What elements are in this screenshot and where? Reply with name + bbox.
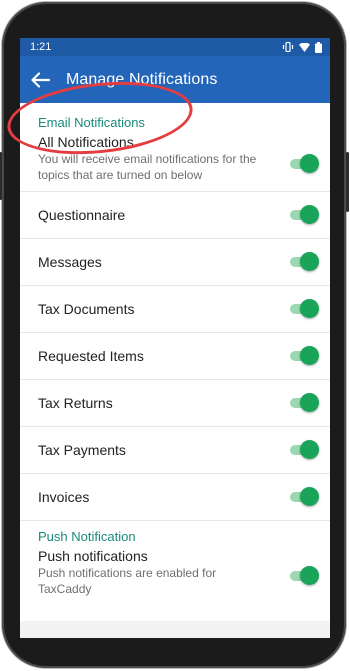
status-time: 1:21 — [30, 41, 52, 53]
vibrate-icon — [282, 42, 294, 52]
notifications-list: Email Notifications All Notifications Yo… — [20, 103, 330, 621]
push-notifications-row: Push notifications Push notifications ar… — [20, 546, 330, 621]
toggle-thumb — [300, 153, 319, 173]
push-notifications-title: Push notifications — [38, 548, 148, 564]
notification-label: Tax Returns — [38, 395, 113, 411]
page-title: Manage Notifications — [66, 70, 218, 88]
questionnaire-toggle[interactable] — [290, 205, 319, 225]
all-notifications-text: All Notifications You will receive email… — [38, 134, 263, 183]
toggle-thumb — [300, 252, 319, 271]
back-arrow-icon[interactable] — [30, 69, 52, 91]
toggle-thumb — [300, 565, 319, 585]
wifi-icon — [299, 42, 310, 52]
notification-row-questionnaire: Questionnaire — [20, 192, 330, 239]
toggle-thumb — [300, 440, 319, 459]
app-bar: Manage Notifications — [20, 56, 330, 103]
notification-row-tax-returns: Tax Returns — [20, 380, 330, 427]
email-notifications-header: Email Notifications — [38, 115, 145, 130]
phone-side-button — [0, 152, 2, 200]
status-icons — [282, 41, 322, 53]
notification-label: Tax Payments — [38, 442, 126, 458]
push-notification-header: Push Notification — [38, 529, 136, 544]
notification-label: Messages — [38, 254, 102, 270]
notification-label: Requested Items — [38, 348, 144, 364]
requested-items-toggle[interactable] — [290, 346, 319, 366]
battery-icon — [315, 41, 322, 53]
all-notifications-row: All Notifications You will receive email… — [20, 132, 330, 192]
all-notifications-toggle[interactable] — [290, 153, 319, 174]
toggle-thumb — [300, 299, 319, 318]
tax-payments-toggle[interactable] — [290, 440, 319, 460]
notification-row-tax-documents: Tax Documents — [20, 286, 330, 333]
phone-screen: 1:21 Manage Notifications Email Notifica… — [20, 38, 330, 638]
all-notifications-title: All Notifications — [38, 134, 134, 150]
notification-row-tax-payments: Tax Payments — [20, 427, 330, 474]
notification-row-invoices: Invoices — [20, 474, 330, 521]
notification-label: Invoices — [38, 489, 90, 505]
notification-label: Questionnaire — [38, 207, 126, 223]
toggle-thumb — [300, 205, 319, 224]
notification-row-requested-items: Requested Items — [20, 333, 330, 380]
notification-row-messages: Messages — [20, 239, 330, 286]
push-notifications-text: Push notifications Push notifications ar… — [38, 548, 258, 597]
phone-volume-button — [346, 152, 349, 212]
messages-toggle[interactable] — [290, 252, 319, 272]
toggle-thumb — [300, 487, 319, 506]
toggle-thumb — [300, 393, 319, 412]
push-notifications-subtitle: Push notifications are enabled for TaxCa… — [38, 566, 217, 596]
all-notifications-subtitle: You will receive email notifications for… — [38, 152, 257, 182]
push-notifications-toggle[interactable] — [290, 565, 319, 586]
notification-label: Tax Documents — [38, 301, 135, 317]
tax-returns-toggle[interactable] — [290, 393, 319, 413]
status-bar: 1:21 — [20, 38, 330, 56]
toggle-thumb — [300, 346, 319, 365]
invoices-toggle[interactable] — [290, 487, 319, 507]
tax-documents-toggle[interactable] — [290, 299, 319, 319]
